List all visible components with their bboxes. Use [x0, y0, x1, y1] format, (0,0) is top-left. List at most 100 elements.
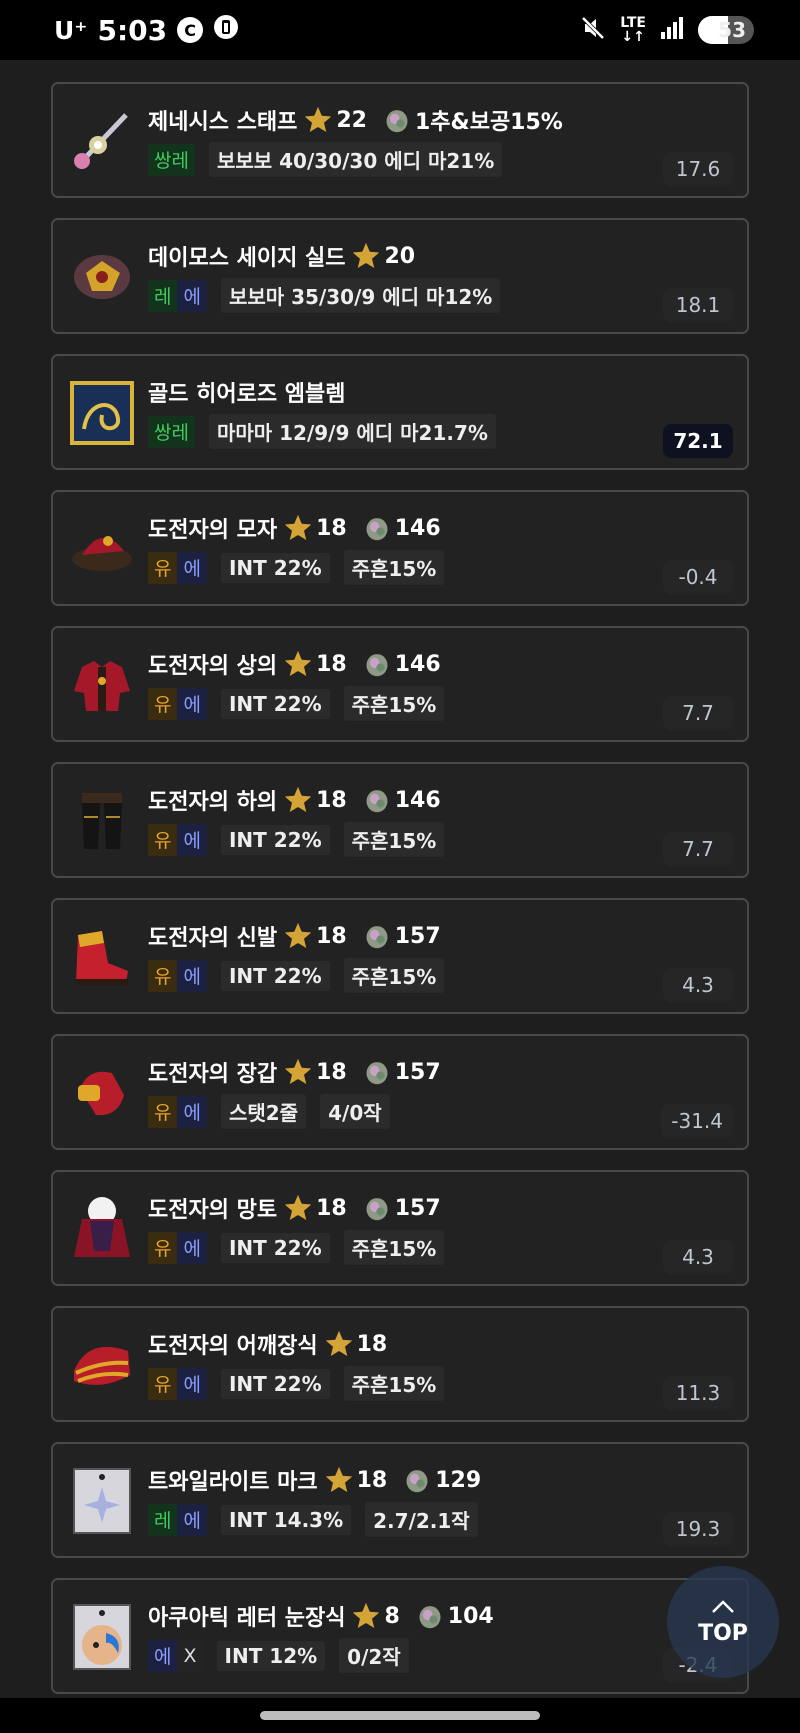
system-nav-bar — [0, 1698, 800, 1733]
starforce-count: 18 — [316, 923, 347, 949]
equipment-card[interactable]: 도전자의 하의 18 146 유 에 INT 22% 주흔15% 7.7 — [51, 762, 749, 878]
item-score: 4.3 — [663, 968, 733, 1002]
equipment-card[interactable]: 트와일라이트 마크 18 129 레 에 INT 14.3% 2.7/2.1작 19.3 — [51, 1442, 749, 1558]
equipment-card[interactable]: 도전자의 장갑 18 157 유 에 스탯2줄 4/0작 -31.4 — [51, 1034, 749, 1150]
tier-epic: 에 — [177, 551, 207, 584]
starforce-count: 18 — [356, 1467, 388, 1493]
potential-stat: 주흔15% — [343, 958, 445, 993]
star-icon — [284, 514, 312, 540]
equipment-card[interactable]: 골드 히어로즈 엠블렘쌍레 마마마 12/9/9 에디 마21.7% 72.1 — [51, 354, 749, 470]
item-score: 72.1 — [663, 424, 733, 458]
potential-tier-badge: 레에 — [148, 1503, 207, 1536]
potential-stat: 마마마 12/9/9 에디 마21.7% — [208, 414, 496, 449]
potential-stat: INT 22% — [220, 960, 330, 991]
item-name: 제네시스 스태프 — [148, 110, 298, 135]
item-name: 트와일라이트 마크 — [148, 1470, 318, 1495]
item-name: 도전자의 어깨장식 — [148, 1334, 318, 1359]
potential-stat: INT 22% — [220, 1232, 330, 1263]
tier-epic: 에 — [177, 823, 207, 856]
potential-tier-badge: 에X — [148, 1639, 203, 1672]
eye-accessory-icon — [67, 1602, 137, 1672]
lte-label: LTE — [620, 15, 646, 31]
staff-icon — [67, 106, 137, 176]
battery-saver-icon — [213, 14, 239, 47]
tier-unique: 유 — [148, 551, 178, 584]
tier-rare: 레 — [148, 1503, 178, 1536]
additional-potential-icon — [366, 654, 388, 677]
lte-arrows: ↓↑ — [621, 29, 645, 45]
starforce-count: 18 — [316, 515, 347, 541]
item-score: 17.6 — [663, 152, 733, 186]
equipment-card[interactable]: 아쿠아틱 레터 눈장식8104에XINT 12%0/2작-2.4 — [51, 1578, 749, 1694]
tier-unique: 유 — [148, 1095, 178, 1128]
equipment-card[interactable]: 도전자의 신발 18 157 유 에 INT 22% 주흔15% 4.3 — [51, 898, 749, 1014]
item-name: 도전자의 모자 — [148, 518, 278, 543]
potential-stat: INT 22% — [220, 688, 330, 719]
item-name: 도전자의 하의 — [148, 790, 278, 815]
scroll-top-label: TOP — [698, 1620, 748, 1646]
potential-stat: INT 22% — [220, 1368, 330, 1399]
additional-option: 146 — [394, 651, 441, 677]
item-score: 4.3 — [663, 1240, 733, 1274]
tier-unique: 유 — [148, 823, 178, 856]
additional-potential-icon — [419, 1606, 441, 1629]
shoulder-icon — [67, 1330, 137, 1400]
item-title-row: 아쿠아틱 레터 눈장식 8 104 — [148, 1600, 494, 1632]
item-score: -31.4 — [661, 1104, 733, 1138]
starforce-count: 18 — [316, 1059, 347, 1085]
item-stat-row: 쌍레 마마마 12/9/9 에디 마21.7% — [148, 414, 496, 449]
tier-x: X — [177, 1639, 203, 1672]
item-stat-row: 유 에 INT 22% 주흔15% — [148, 1366, 445, 1401]
potential-stat: 4/0작 — [320, 1094, 390, 1129]
star-icon — [284, 1194, 312, 1220]
item-score: 7.7 — [663, 696, 733, 730]
potential-tier-badge: 유에 — [148, 687, 207, 720]
item-score: 18.1 — [663, 288, 733, 322]
item-title-row: 도전자의 어깨장식 18 — [148, 1328, 403, 1360]
potential-tier-badge: 쌍레 — [148, 415, 195, 448]
potential-stat: 주흔15% — [343, 1366, 445, 1401]
potential-tier-badge: 쌍레 — [148, 143, 195, 176]
potential-stat: 0/2작 — [339, 1638, 409, 1673]
potential-tier-badge: 유에 — [148, 823, 207, 856]
item-title-row: 도전자의 하의 18 146 — [148, 784, 441, 816]
starforce-count: 18 — [316, 787, 347, 813]
star-icon — [325, 1466, 352, 1492]
item-name: 데이모스 세이지 실드 — [148, 246, 346, 271]
item-stat-row: 에 X INT 12% 0/2작 — [148, 1638, 409, 1673]
potential-stat: 주흔15% — [343, 1230, 445, 1265]
item-score: -0.4 — [663, 560, 733, 594]
tier-epic: 에 — [177, 687, 207, 720]
mark-icon — [67, 1466, 137, 1536]
potential-stat: INT 22% — [220, 552, 330, 583]
equipment-card[interactable]: 도전자의 어깨장식 18 유 에 INT 22% 주흔15% 11.3 — [51, 1306, 749, 1422]
equipment-card[interactable]: 도전자의 모자 18 146 유 에 INT 22% 주흔15% -0.4 — [51, 490, 749, 606]
equipment-card[interactable]: 도전자의 망토 18 157 유 에 INT 22% 주흔15% 4.3 — [51, 1170, 749, 1286]
potential-tier-badge: 유에 — [148, 1095, 207, 1128]
carrier-label: U⁺ — [54, 15, 88, 45]
equipment-card[interactable]: 데이모스 세이지 실드 20 레 에 보보마 35/30/9 에디 마12% 18.1 — [51, 218, 749, 334]
tier-unique: 유 — [148, 1367, 178, 1400]
item-stat-row: 유 에 INT 22% 주흔15% — [148, 550, 445, 585]
potential-tier-badge: 레에 — [148, 279, 207, 312]
additional-option: 157 — [394, 1195, 441, 1221]
item-title-row: 도전자의 신발 18 157 — [148, 920, 441, 952]
item-title-row: 도전자의 모자 18 146 — [148, 512, 441, 544]
cape-icon — [67, 1194, 137, 1264]
potential-stat: 스탯2줄 — [220, 1094, 307, 1129]
equipment-card[interactable]: 도전자의 상의 18 146 유 에 INT 22% 주흔15% 7.7 — [51, 626, 749, 742]
item-title-row: 도전자의 상의 18 146 — [148, 648, 441, 680]
equipment-card[interactable]: 제네시스 스태프 22 1추&보공15% 쌍레 보보보 40/30/30 에디 마21%… — [51, 82, 749, 198]
starforce-count: 8 — [384, 1603, 400, 1629]
star-icon — [284, 922, 312, 948]
status-bar: U⁺ 5:03 C LTE ↓↑ 53 — [0, 0, 800, 60]
star-icon — [284, 786, 312, 812]
scroll-top-button[interactable]: TOP — [667, 1566, 779, 1678]
tier-epic: 에 — [148, 1639, 178, 1672]
item-name: 도전자의 신발 — [148, 926, 278, 951]
home-handle[interactable] — [260, 1711, 540, 1720]
item-stat-row: 레 에 INT 14.3% 2.7/2.1작 — [148, 1502, 478, 1537]
item-name: 골드 히어로즈 엠블렘 — [148, 382, 346, 407]
potential-stat: 주흔15% — [343, 550, 445, 585]
item-title-row: 골드 히어로즈 엠블렘 — [148, 376, 351, 408]
